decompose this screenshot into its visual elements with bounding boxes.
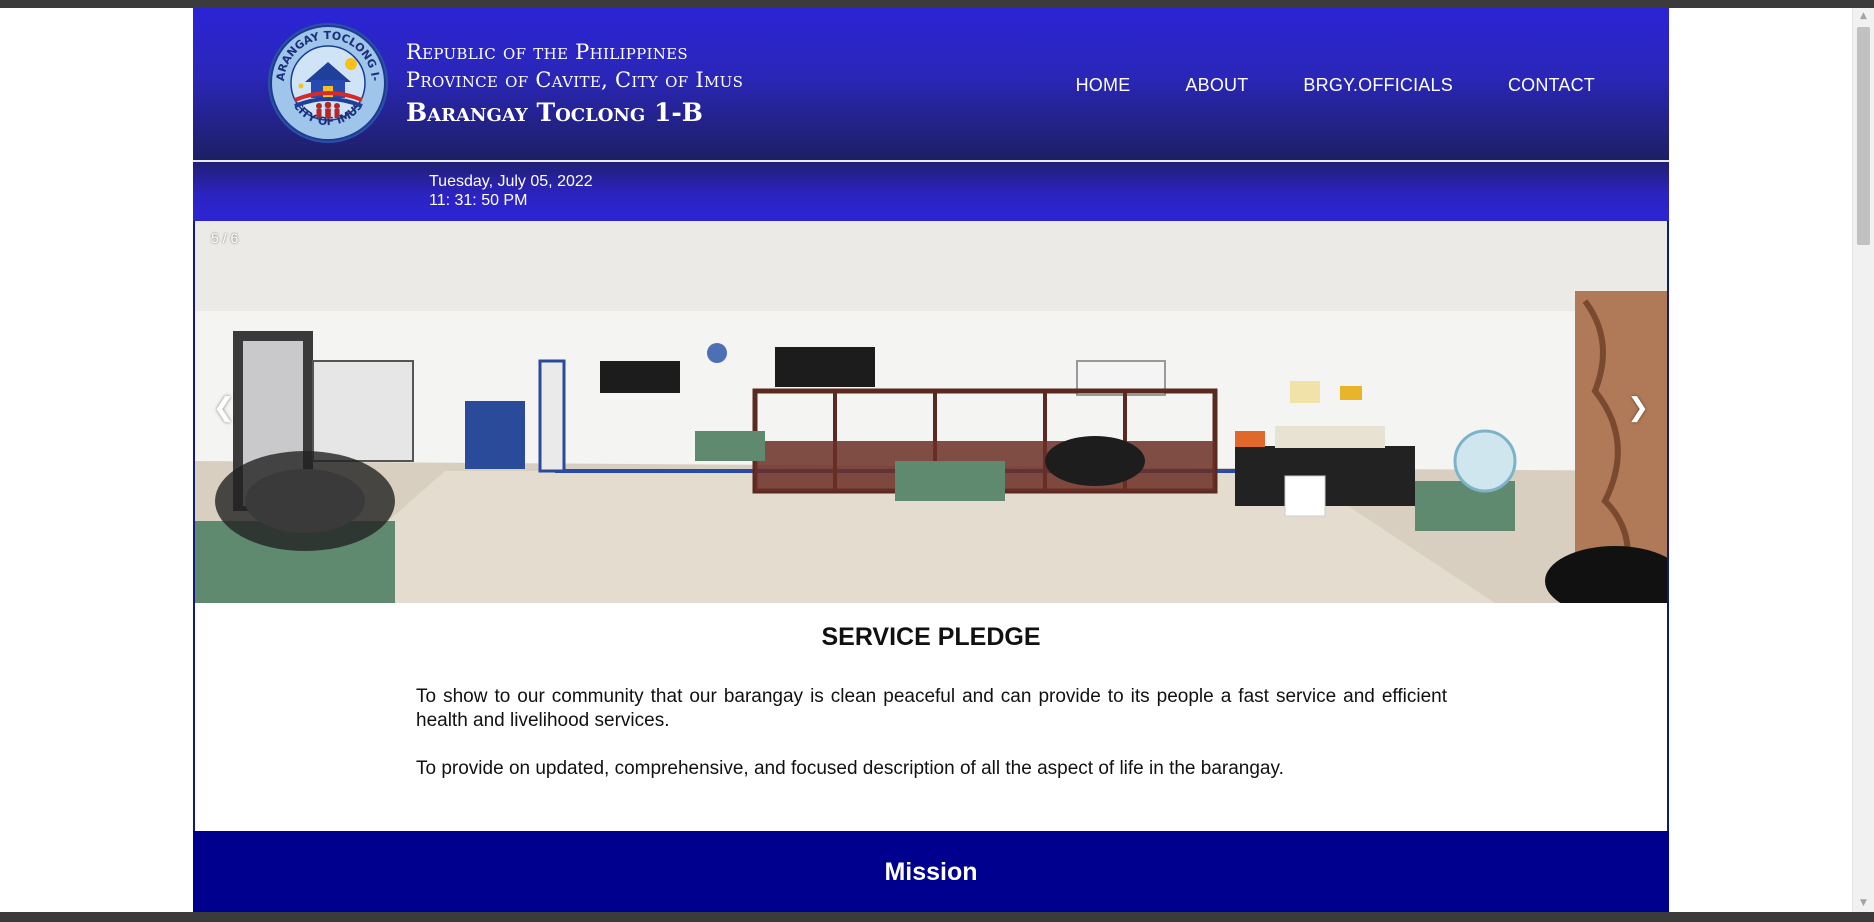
nav-about[interactable]: ABOUT xyxy=(1185,75,1248,96)
mission-section: Mission xyxy=(193,831,1669,912)
header-line-barangay: Barangay Toclong 1-B xyxy=(406,98,703,127)
service-pledge-title: SERVICE PLEDGE xyxy=(821,623,1041,651)
date-time-bar: Tuesday, July 05, 2022 11: 31: 50 PM xyxy=(193,162,1669,222)
nav-contact[interactable]: CONTACT xyxy=(1508,75,1595,96)
page: BARANGAY TOCLONG I-B CITY OF IMUS xyxy=(193,8,1669,912)
current-time: 11: 31: 50 PM xyxy=(429,192,528,209)
header-titles: Republic of the Philippines Province of … xyxy=(406,38,743,130)
nav-brgy-officials[interactable]: BRGY.OFFICIALS xyxy=(1303,75,1453,96)
current-date: Tuesday, July 05, 2022 xyxy=(429,173,593,190)
scrollbar-thumb[interactable] xyxy=(1857,27,1870,245)
pledge-paragraph: To provide on updated, comprehensive, an… xyxy=(416,758,1284,779)
slide-image-office-interior xyxy=(195,221,1667,603)
scroll-up-icon[interactable]: ▲ xyxy=(1853,8,1874,25)
site-header: BARANGAY TOCLONG I-B CITY OF IMUS xyxy=(193,8,1669,162)
nav-home[interactable]: HOME xyxy=(1076,75,1131,96)
service-pledge-section: SERVICE PLEDGE To show to our community … xyxy=(193,603,1669,833)
slide-next-icon[interactable]: ❯ xyxy=(1627,393,1649,423)
scroll-down-icon[interactable]: ▼ xyxy=(1853,895,1874,912)
pledge-paragraph: To show to our community that our barang… xyxy=(416,686,1447,731)
browser-top-strip xyxy=(0,0,1874,8)
slide-counter: 5 / 6 xyxy=(211,230,239,246)
slide-prev-icon[interactable]: ❮ xyxy=(213,393,235,423)
barangay-seal-logo: BARANGAY TOCLONG I-B CITY OF IMUS xyxy=(267,22,388,143)
browser-bottom-strip xyxy=(0,912,1874,922)
main-nav: HOME ABOUT BRGY.OFFICIALS CONTACT xyxy=(1076,75,1595,96)
header-line-republic: Republic of the Philippines xyxy=(406,40,688,64)
slideshow: 5 / 6 ❮ ❯ xyxy=(193,221,1669,603)
service-pledge-text: To show to our community that our barang… xyxy=(416,685,1447,805)
vertical-scrollbar[interactable]: ▲ ▼ xyxy=(1852,8,1874,912)
browser-viewport: BARANGAY TOCLONG I-B CITY OF IMUS xyxy=(8,8,1852,912)
header-line-province: Province of Cavite, City of Imus xyxy=(406,68,744,92)
mission-title: Mission xyxy=(884,858,978,886)
